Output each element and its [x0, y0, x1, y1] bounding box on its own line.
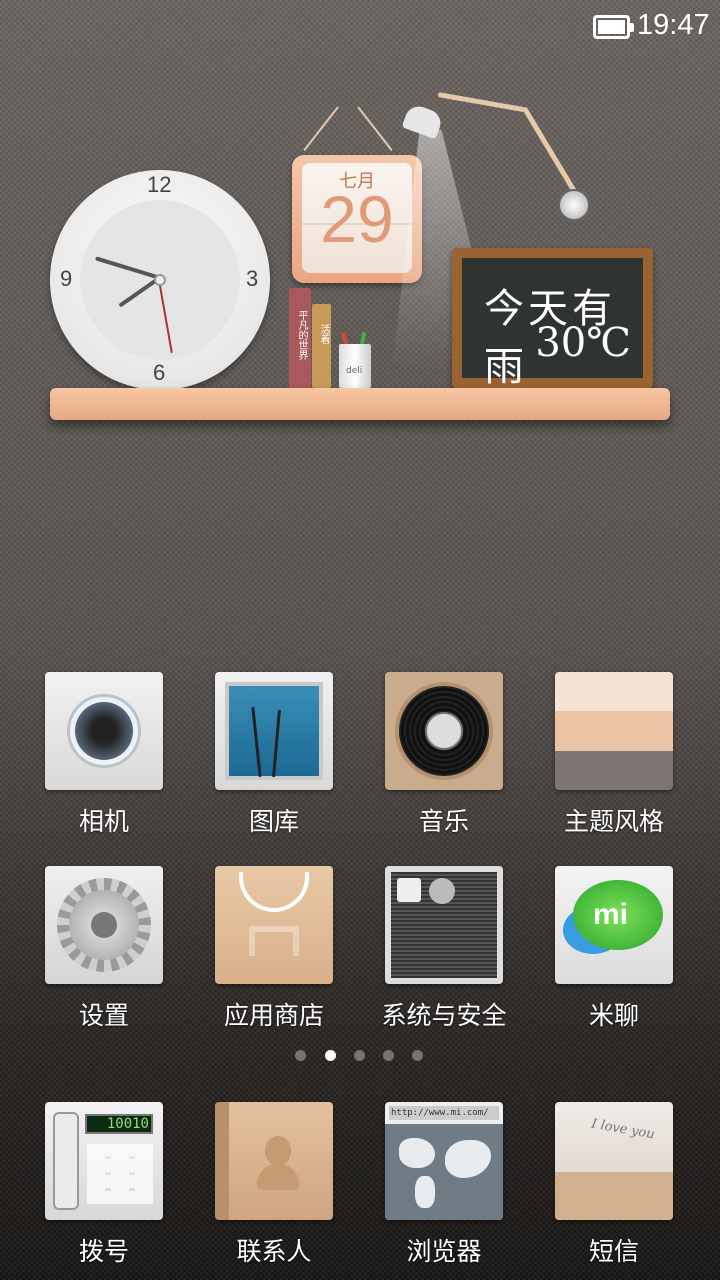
phone-icon: 10010 [45, 1102, 163, 1220]
dock-browser[interactable]: http://www.mi.com/ 浏览器 [359, 1102, 529, 1268]
contacts-icon [215, 1102, 333, 1220]
app-store-icon [215, 866, 333, 984]
browser-url: http://www.mi.com/ [389, 1106, 499, 1120]
camera-icon [45, 672, 163, 790]
calendar-string-right [357, 106, 393, 151]
status-time: 19:47 [637, 9, 710, 41]
calendar-widget[interactable]: 七月 29 [292, 155, 422, 283]
lamp-base [558, 189, 590, 221]
status-bar: 19:47 [0, 0, 720, 56]
clock-number-6: 6 [153, 360, 166, 385]
weather-temperature: 30℃ [535, 320, 631, 366]
app-miliao[interactable]: mi 米聊 [529, 866, 699, 1032]
browser-icon: http://www.mi.com/ [385, 1102, 503, 1220]
app-app-store[interactable]: 应用商店 [189, 866, 359, 1032]
messages-icon: I love you [555, 1102, 673, 1220]
app-gallery[interactable]: 图库 [189, 672, 359, 838]
phone-display: 10010 [85, 1114, 153, 1134]
home-screen: 19:47 12 3 6 9 七月 29 平凡的世界 活着 deli 今天有雨 … [0, 0, 720, 1280]
pencil-cup: deli [339, 344, 371, 388]
calendar-day: 29 [320, 182, 394, 256]
app-theme[interactable]: 主题风格 [529, 672, 699, 838]
gallery-icon [215, 672, 333, 790]
desk-widget[interactable]: 12 3 6 9 七月 29 平凡的世界 活着 deli 今天有雨 30℃ [0, 80, 720, 440]
clock-number-9: 9 [60, 266, 73, 291]
miliao-icon: mi [555, 866, 673, 984]
page-dot-1[interactable] [295, 1050, 306, 1061]
shelf [50, 388, 670, 420]
page-dot-5[interactable] [412, 1050, 423, 1061]
music-icon [385, 672, 503, 790]
dock-contacts[interactable]: 联系人 [189, 1102, 359, 1268]
app-settings[interactable]: 设置 [19, 866, 189, 1032]
page-dot-2[interactable] [325, 1050, 336, 1061]
lamp-upper-arm [437, 92, 526, 113]
page-dot-3[interactable] [354, 1050, 365, 1061]
app-camera[interactable]: 相机 [19, 672, 189, 838]
battery-full-icon [593, 15, 634, 39]
app-system-security[interactable]: 系统与安全 [359, 866, 529, 1032]
settings-icon [45, 866, 163, 984]
lamp-lower-arm [521, 106, 581, 200]
theme-icon [555, 672, 673, 790]
clock-number-12: 12 [147, 172, 172, 197]
system-security-icon [385, 866, 503, 984]
clock-number-3: 3 [246, 266, 259, 291]
page-indicator[interactable] [295, 1050, 425, 1062]
calendar-string-left [303, 106, 339, 151]
book-2: 活着 [312, 304, 331, 388]
message-note: I love you [590, 1116, 656, 1143]
app-music[interactable]: 音乐 [359, 672, 529, 838]
dock-phone[interactable]: 10010 拨号 [19, 1102, 189, 1268]
page-dot-4[interactable] [383, 1050, 394, 1061]
weather-blackboard[interactable]: 今天有雨 30℃ [452, 248, 653, 390]
dock-messages[interactable]: I love you 短信 [529, 1102, 699, 1268]
book-1: 平凡的世界 [289, 288, 311, 388]
clock-widget[interactable]: 12 3 6 9 [50, 170, 270, 390]
